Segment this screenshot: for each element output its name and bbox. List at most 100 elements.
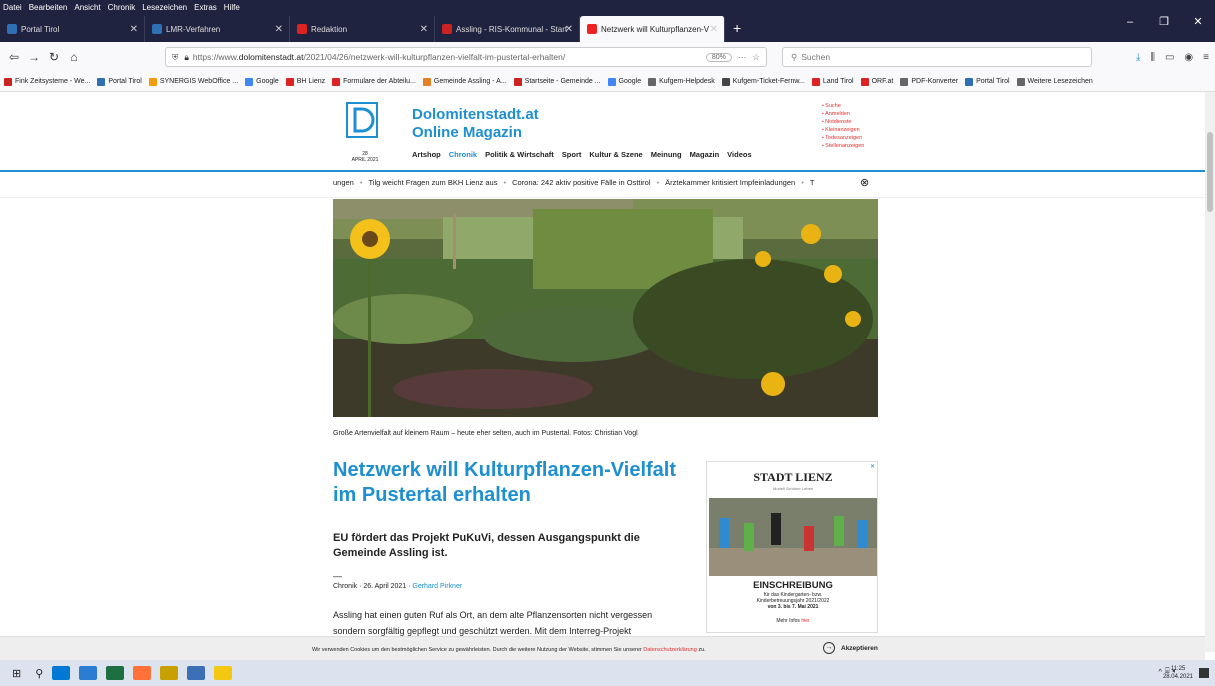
brand-tagline[interactable]: Online Magazin [412,124,522,141]
bookmark-item[interactable]: Land Tirol [811,77,854,86]
close-window-icon[interactable]: ✕ [1181,14,1215,30]
bookmark-item[interactable]: Weitere Lesezeichen [1016,77,1093,86]
tray-chevron-icon[interactable]: ^ [1158,667,1162,676]
ticker-item[interactable]: Corona: 242 aktiv positive Fälle in Ostt… [512,178,650,187]
url-bar[interactable]: ⛨ 🔒︎ https://www. dolomitenstadt.at/2021/… [165,47,767,67]
ticker-item[interactable]: T [810,178,815,187]
bookmark-item[interactable]: Google [245,77,279,86]
bookmark-item[interactable]: Fink Zeitsysteme - We... [4,77,90,86]
ticker-item[interactable]: Ärztekammer kritisiert Impfeinladungen [665,178,795,187]
windows-start-icon[interactable]: ⊞ [12,667,21,680]
sidebar-icon[interactable]: ▭ [1165,52,1174,63]
taskbar-app-icon[interactable] [79,666,98,680]
menu-item-lesezeichen[interactable]: Lesezeichen [142,3,187,12]
forward-icon[interactable]: → [24,50,44,64]
nav-item[interactable]: Magazin [690,150,720,159]
home-icon[interactable]: ⌂ [64,50,84,64]
bookmark-item[interactable]: SYNERGIS WebOffice ... [148,77,238,86]
maximize-icon[interactable]: ❐ [1147,14,1181,30]
ad-choices-icon[interactable]: ✕ [870,463,875,470]
browser-tab[interactable]: Assling - RIS-Kommunal - Start ✕ [435,16,580,42]
tab-close-icon[interactable]: ✕ [710,24,718,35]
taskbar-app-icon[interactable] [214,666,233,680]
service-link[interactable]: Suche [822,102,864,110]
account-icon[interactable]: ◉ [1184,52,1193,63]
taskbar-app-icon[interactable] [187,666,206,680]
taskbar-app-icon[interactable] [106,666,125,680]
nav-item[interactable]: Artshop [412,150,441,159]
new-tab-icon[interactable]: + [733,20,741,36]
brand-name[interactable]: Dolomitenstadt.at [412,106,539,123]
service-link[interactable]: Anmelden [822,110,864,118]
service-link[interactable]: Stellenanzeigen [822,142,864,150]
star-icon[interactable]: ☆ [752,52,760,63]
privacy-link[interactable]: Datenschutzerklärung [643,647,697,653]
menu-item-chronik[interactable]: Chronik [108,3,136,12]
bookmark-item[interactable]: Gemeinde Assling - A... [422,77,507,86]
service-link[interactable]: Notdienste [822,118,864,126]
bookmark-label: Land Tirol [822,78,854,85]
scrollbar-thumb[interactable] [1207,132,1213,212]
nav-item[interactable]: Sport [562,150,582,159]
nav-item[interactable]: Videos [727,150,751,159]
bookmark-item[interactable]: Portal Tirol [97,77,142,86]
bookmark-item[interactable]: Startseite - Gemeinde ... [513,77,601,86]
menu-item-bearbeiten[interactable]: Bearbeiten [29,3,68,12]
notification-icon[interactable] [1199,668,1209,678]
back-icon[interactable]: ⇦ [4,50,24,64]
bookmark-item[interactable]: Kufgem-Helpdesk [648,77,715,86]
search-input[interactable]: ⚲ Suchen [782,47,1092,67]
accept-cookies-button[interactable]: → Akzeptieren [823,642,878,654]
browser-tab[interactable]: LMR-Verfahren ✕ [145,16,290,42]
bookmark-item[interactable]: Formulare der Abteilu... [332,77,416,86]
nav-item[interactable]: Chronik [449,150,477,159]
menu-item-ansicht[interactable]: Ansicht [74,3,100,12]
taskbar-clock[interactable]: 11:25 28.04.2021 [1163,665,1193,681]
bookmark-item[interactable]: Portal Tirol [965,77,1010,86]
more-icon[interactable]: ··· [738,52,747,62]
tab-close-icon[interactable]: ✕ [565,24,573,35]
ticker-close-icon[interactable]: ⊗ [860,176,869,189]
ticker-item[interactable]: ungen [333,178,354,187]
menu-item-hilfe[interactable]: Hilfe [224,3,240,12]
tab-close-icon[interactable]: ✕ [130,24,138,35]
browser-tab[interactable]: Portal Tirol ✕ [0,16,145,42]
nav-item[interactable]: Kultur & Szene [589,150,642,159]
browser-tab[interactable]: Netzwerk will Kulturpflanzen-V ✕ [580,16,725,42]
advertisement[interactable]: ✕ STADT LIENZ Modell Schöner Leben EINSC… [706,461,878,633]
bookmark-item[interactable]: BH Lienz [285,77,325,86]
tab-favicon-icon [7,24,17,34]
author-link[interactable]: Gerhard Pirkner [412,583,462,590]
lock-icon[interactable]: 🔒︎ [184,52,189,63]
library-icon[interactable]: ⫼ [1150,52,1155,63]
ticker-item[interactable]: Tilg weicht Fragen zum BKH Lienz aus [369,178,498,187]
reload-icon[interactable]: ↻ [44,50,64,64]
dolomitenstadt-logo[interactable] [346,102,378,138]
menu-item-extras[interactable]: Extras [194,3,217,12]
taskbar-app-icon[interactable] [52,666,71,680]
shield-icon[interactable]: ⛨ [172,52,178,63]
zoom-badge[interactable]: 80% [705,52,732,62]
bookmark-item[interactable]: Kufgem-Ticket-Fernw... [721,77,805,86]
taskbar-app-icon[interactable] [133,666,152,680]
minimize-icon[interactable]: – [1113,14,1147,30]
bookmark-item[interactable]: ORF.at [860,77,893,86]
menu-item-datei[interactable]: Datei [3,3,22,12]
scrollbar[interactable] [1205,92,1215,652]
nav-item[interactable]: Meinung [651,150,682,159]
tab-label: Netzwerk will Kulturpflanzen-V [601,24,710,34]
bookmark-item[interactable]: PDF-Konverter [900,77,958,86]
download-icon[interactable]: ⤓ [1136,52,1140,63]
ad-more-link[interactable]: hier [801,618,809,624]
nav-item[interactable]: Politik & Wirtschaft [485,150,554,159]
tab-close-icon[interactable]: ✕ [420,24,428,35]
service-link[interactable]: Todesanzeigen [822,134,864,142]
article-title: Netzwerk will Kulturpflanzen-Vielfalt im… [333,459,677,506]
taskbar-app-icon[interactable] [160,666,179,680]
tab-close-icon[interactable]: ✕ [275,24,283,35]
menu-icon[interactable]: ≡ [1203,52,1209,63]
browser-tab[interactable]: Redaktion ✕ [290,16,435,42]
bookmark-item[interactable]: Google [607,77,641,86]
search-taskbar-icon[interactable]: ⚲ [35,667,43,680]
service-link[interactable]: Kleinanzeigen [822,126,864,134]
